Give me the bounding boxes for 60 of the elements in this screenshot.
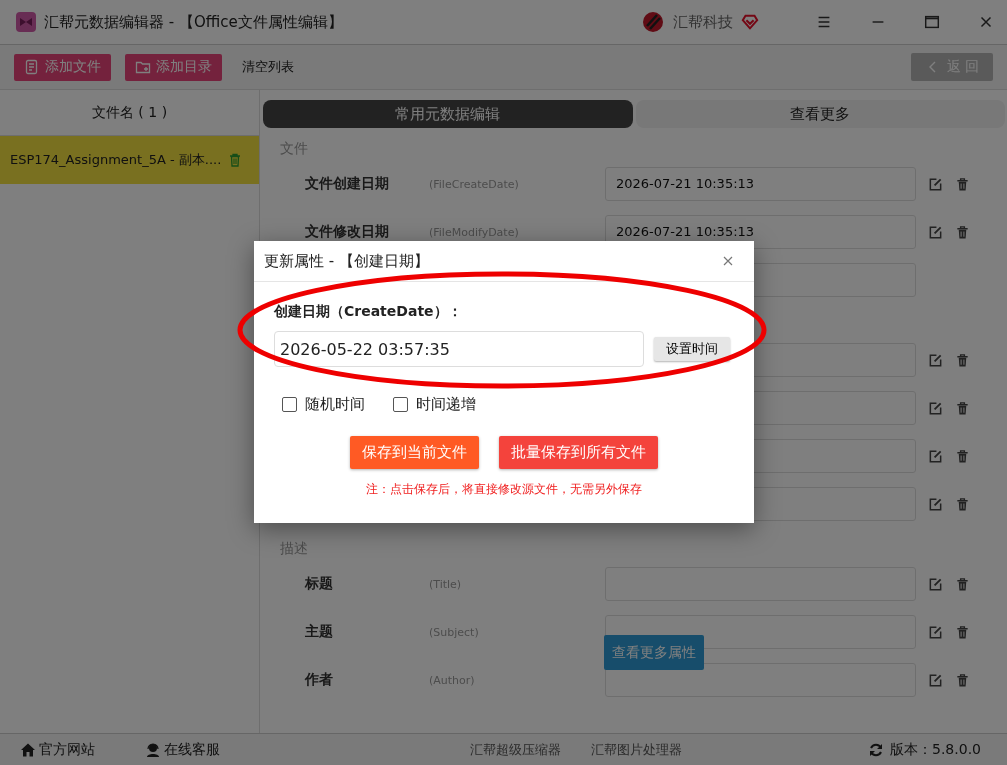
close-icon[interactable] [722, 255, 734, 267]
field-label: 作者 [305, 671, 333, 687]
brand-logo-icon [641, 10, 665, 34]
checkbox[interactable] [282, 397, 297, 412]
brand-name: 汇帮科技 [673, 12, 733, 32]
tab[interactable]: 查看更多 [635, 100, 1005, 128]
app-logo-icon [16, 12, 36, 32]
field-label: 标题 [305, 575, 333, 591]
trash-icon[interactable] [955, 224, 970, 240]
clear-list-button[interactable]: 清空列表 [236, 58, 300, 76]
edit-icon[interactable] [928, 496, 943, 512]
add-button[interactable]: 添加目录 [125, 53, 222, 81]
headset-person-icon [145, 741, 161, 758]
trash-icon[interactable] [955, 576, 970, 592]
field-label: 创建日期（CreateDate）： [274, 303, 463, 321]
add-button[interactable]: 添加文件 [14, 53, 111, 81]
date-input-field[interactable]: 2026-05-22 03:57:35 [274, 331, 644, 367]
edit-icon[interactable] [928, 448, 943, 464]
edit-icon[interactable] [928, 400, 943, 416]
tab[interactable]: 常用元数据编辑 [263, 100, 633, 128]
checkbox-label: 随机时间 [305, 395, 365, 414]
trash-icon[interactable] [955, 672, 970, 688]
save-button[interactable]: 批量保存到所有文件 [499, 436, 658, 469]
save-button[interactable]: 保存到当前文件 [350, 436, 479, 469]
edit-icon[interactable] [928, 672, 943, 688]
field-label: 文件创建日期 [305, 175, 389, 191]
file-name: ESP174_Assignment_5A - 副本.... [10, 151, 222, 169]
footer-link[interactable]: 官方网站 [20, 740, 95, 759]
home-icon [20, 741, 36, 758]
field-label: 文件修改日期 [305, 223, 389, 239]
edit-icon[interactable] [928, 176, 943, 192]
dialog-title: 更新属性 - 【创建日期】 [264, 251, 429, 271]
field-label: 主题 [305, 623, 333, 639]
more-properties-button[interactable]: 查看更多属性 [604, 635, 704, 670]
trash-icon[interactable] [955, 496, 970, 512]
trash-icon[interactable] [955, 176, 970, 192]
edit-icon[interactable] [928, 352, 943, 368]
input-field[interactable]: 2026-07-21 10:35:13 [605, 167, 916, 201]
warning-note: 注：点击保存后，将直接修改源文件，无需另外保存 [365, 481, 643, 498]
checkbox[interactable] [393, 397, 408, 412]
edit-icon[interactable] [928, 224, 943, 240]
set-time-button[interactable]: 设置时间 [654, 337, 730, 361]
footer-link[interactable]: 在线客服 [145, 740, 220, 759]
file-list-item[interactable]: ESP174_Assignment_5A - 副本.... [0, 136, 259, 184]
folder-plus-icon [135, 59, 151, 75]
edit-icon[interactable] [928, 624, 943, 640]
trash-icon[interactable] [955, 448, 970, 464]
document-icon [24, 59, 40, 75]
checkbox-label: 时间递增 [416, 395, 476, 414]
edit-icon[interactable] [928, 576, 943, 592]
diamond-heart-icon[interactable] [741, 13, 759, 31]
trash-icon[interactable] [955, 400, 970, 416]
footer-link[interactable]: 汇帮图片处理器 [591, 740, 682, 759]
maximize-icon[interactable] [923, 13, 941, 31]
trash-icon[interactable] [955, 624, 970, 640]
window-title: 汇帮元数据编辑器 - 【Office文件属性编辑】 [44, 12, 343, 32]
trash-icon[interactable] [955, 352, 970, 368]
footer-link[interactable]: 汇帮超级压缩器 [470, 740, 561, 759]
version-label: 版本：5.8.0.0 [890, 740, 981, 759]
refresh-icon[interactable] [868, 741, 884, 758]
